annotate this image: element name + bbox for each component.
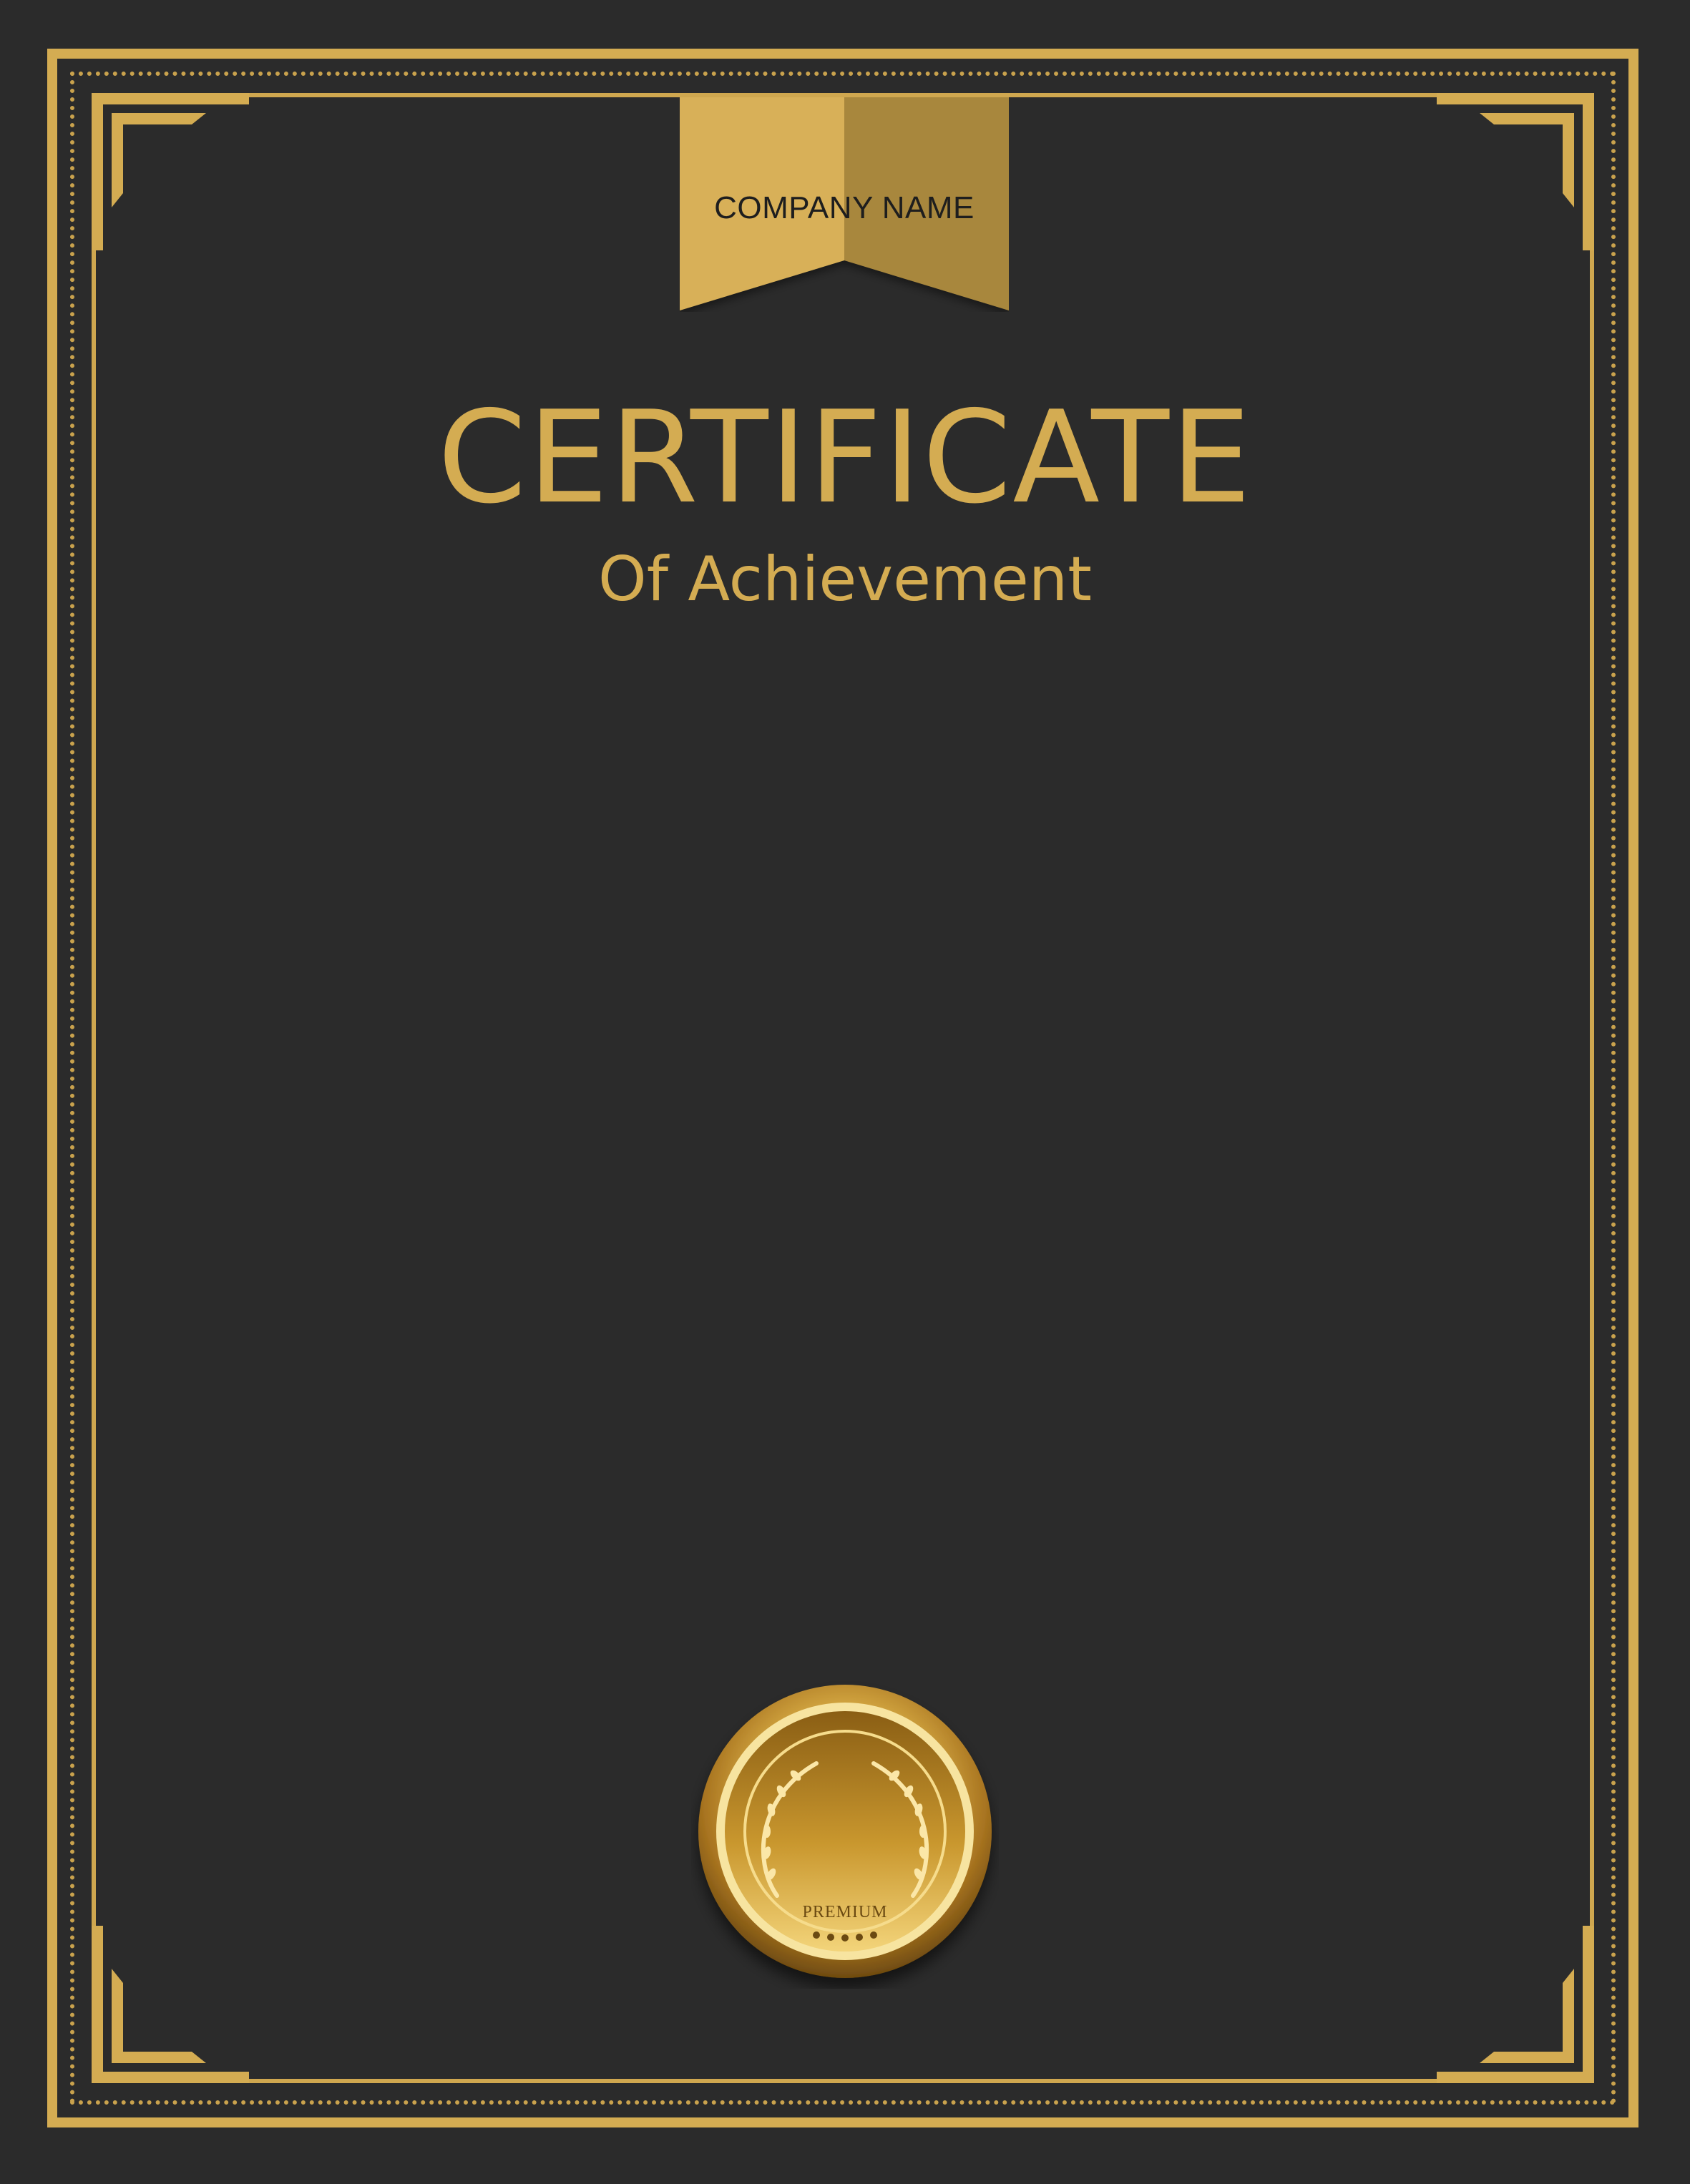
corner-ornament-bottom-left bbox=[92, 1926, 249, 2083]
corner-ornament-top-left bbox=[92, 93, 249, 250]
corner-ornament-top-right bbox=[1437, 93, 1594, 250]
company-name-label: COMPANY NAME bbox=[714, 190, 975, 225]
certificate-title: CERTIFICATE bbox=[437, 383, 1253, 532]
corner-ornament-bottom-right bbox=[1437, 1926, 1594, 2083]
company-ribbon-banner: < COMPANY NAME bbox=[680, 97, 1009, 312]
premium-seal-icon: PREMIUM bbox=[691, 1681, 999, 1989]
seal-label: PREMIUM bbox=[802, 1903, 888, 1921]
certificate-page: < COMPANY NAME CERTIFICATE Of Achievemen… bbox=[0, 0, 1690, 2184]
certificate-subtitle: Of Achievement bbox=[598, 544, 1092, 615]
